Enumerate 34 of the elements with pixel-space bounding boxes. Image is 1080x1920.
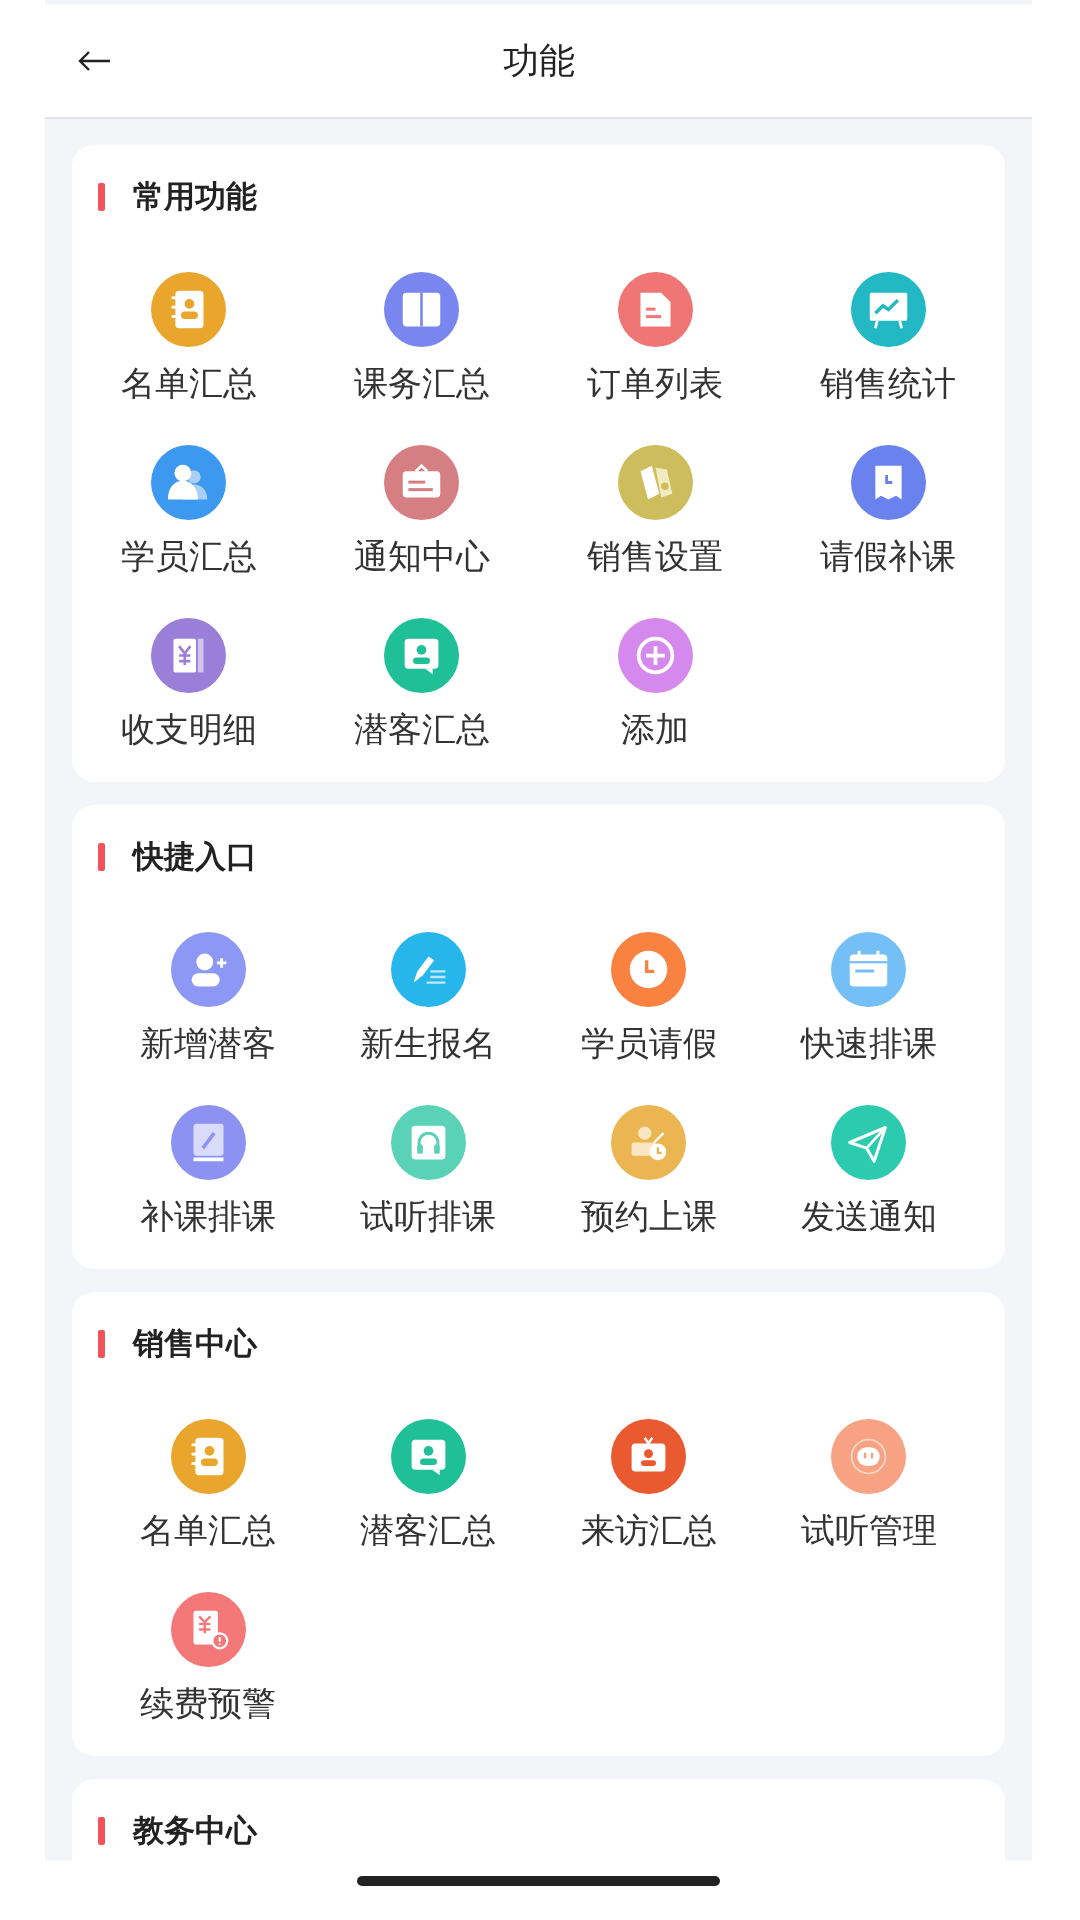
- menu-item[interactable]: 快速排课: [758, 932, 979, 1063]
- accent-bar: [98, 1330, 105, 1358]
- page-title: 功能: [502, 38, 575, 83]
- section-title: 教务中心: [133, 1811, 257, 1850]
- menu-item[interactable]: 销售设置: [538, 445, 772, 576]
- accent-bar: [98, 183, 105, 211]
- accent-bar: [98, 843, 105, 871]
- menu-item[interactable]: 通知中心: [305, 445, 539, 576]
- section-title: 常用功能: [133, 177, 257, 216]
- menu-item[interactable]: 补课排课: [98, 1105, 319, 1236]
- menu-item[interactable]: 发送通知: [758, 1105, 979, 1236]
- menu-item[interactable]: 新增潜客: [98, 932, 319, 1063]
- menu-item[interactable]: 学员汇总: [72, 445, 306, 576]
- back-arrow-icon: [78, 50, 112, 72]
- menu-item[interactable]: 添加: [538, 618, 772, 749]
- menu-item[interactable]: 请假补课: [771, 445, 1005, 576]
- menu-item[interactable]: 潜客汇总: [305, 618, 539, 749]
- menu-item[interactable]: 学员请假: [538, 932, 759, 1063]
- menu-item[interactable]: 试听排课: [318, 1105, 539, 1236]
- menu-item[interactable]: 名单汇总: [98, 1419, 319, 1550]
- menu-item[interactable]: 预约上课: [538, 1105, 759, 1236]
- menu-item[interactable]: 销售统计: [771, 272, 1005, 403]
- accent-bar: [98, 1817, 105, 1845]
- menu-item[interactable]: 来访汇总: [538, 1419, 759, 1550]
- menu-item[interactable]: 收支明细: [72, 618, 306, 749]
- menu-item[interactable]: 新生报名: [318, 932, 539, 1063]
- menu-item[interactable]: 名单汇总: [72, 272, 306, 403]
- menu-item[interactable]: 续费预警: [98, 1592, 319, 1723]
- section-title: 快捷入口: [133, 837, 257, 876]
- section-title: 销售中心: [133, 1324, 257, 1363]
- menu-item[interactable]: 试听管理: [758, 1419, 979, 1550]
- menu-item[interactable]: 潜客汇总: [318, 1419, 539, 1550]
- menu-item[interactable]: 课务汇总: [305, 272, 539, 403]
- menu-item[interactable]: 订单列表: [538, 272, 772, 403]
